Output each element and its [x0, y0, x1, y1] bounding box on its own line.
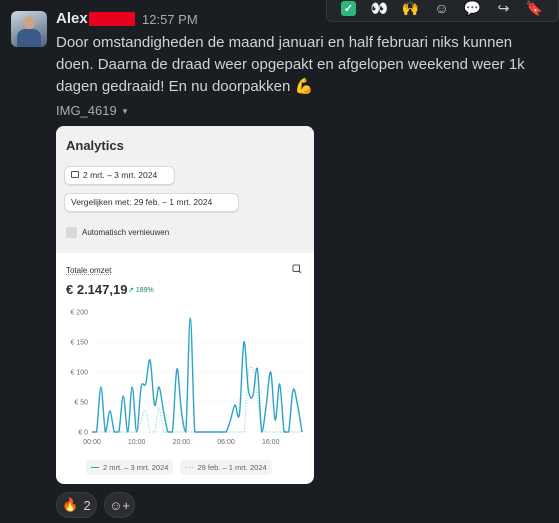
date-range-pill: 2 mrt. – 3 mrt. 2024 [64, 166, 175, 185]
date-range-label: 2 mrt. – 3 mrt. 2024 [83, 170, 158, 180]
x-tick-label: 00:00 [83, 439, 101, 446]
x-tick-label: 20:00 [173, 439, 191, 446]
y-tick-label: € 50 [74, 400, 88, 407]
revenue-line-chart: € 200 € 150 € 100 € 50 € 0 00:00 10:00 20:00 06:… [70, 310, 303, 446]
eyes-reaction-button[interactable]: 👀 [364, 0, 395, 21]
legend-current-label: 2 mrt. – 3 mrt. 2024 [103, 463, 169, 472]
compare-pill: Vergelijken met: 29 feb. – 1 mrt. 2024 [64, 193, 239, 212]
y-tick-label: € 200 [70, 310, 88, 317]
x-tick-label: 10:00 [128, 439, 146, 446]
metric-change: ↗ 189% [128, 287, 154, 294]
legend-previous: 29 feb. – 1 mrt. 2024 [180, 460, 272, 475]
reply-in-thread-icon[interactable]: 💬 [457, 0, 488, 21]
fire-emoji: 🔥 [62, 497, 79, 512]
image-attachment[interactable]: Analytics 2 mrt. – 3 mrt. 2024 Vergelijk… [56, 126, 314, 484]
x-tick-label: 06:00 [217, 439, 235, 446]
metric-label: Totale omzet [66, 266, 112, 275]
compare-label: Vergelijken met: 29 feb. – 1 mrt. 2024 [71, 197, 213, 207]
add-reaction-icon[interactable]: ☺ [426, 0, 457, 21]
metric-value: € 2.147,19 [66, 282, 128, 297]
chevron-down-icon[interactable]: ▾ [123, 106, 128, 116]
checkmark-icon: ✓ [341, 0, 356, 16]
reactions-bar: 🔥 2 ☺+ [56, 492, 135, 518]
message-body: Door omstandigheden de maand januari en … [56, 34, 525, 95]
share-icon[interactable]: ↪ [488, 0, 519, 21]
legend-current: 2 mrt. – 3 mrt. 2024 [86, 460, 174, 475]
series-line-previous [92, 366, 302, 433]
chart-legend: 2 mrt. – 3 mrt. 2024 29 feb. – 1 mrt. 20… [86, 460, 302, 475]
flexed-biceps-emoji: 💪 [294, 78, 314, 95]
auto-refresh-label: Automatisch vernieuwen [82, 228, 170, 237]
calendar-icon [71, 171, 79, 178]
attachment-title[interactable]: IMG_4619 ▾ [56, 103, 127, 118]
magnify-chart-icon [292, 264, 302, 274]
message-hover-actions: ✓ 👀 🙌 ☺ 💬 ↪ 🔖 [326, 0, 559, 22]
message-timestamp[interactable]: 12:57 PM [142, 12, 198, 27]
series-line-current [92, 317, 303, 433]
avatar-body [17, 29, 41, 47]
legend-dotted-swatch [185, 467, 194, 468]
y-tick-label: € 0 [78, 430, 88, 437]
add-emoji-icon: ☺+ [109, 497, 130, 513]
bookmark-icon[interactable]: 🔖 [519, 0, 550, 21]
fire-reaction-pill[interactable]: 🔥 2 [56, 492, 97, 518]
add-reaction-button[interactable]: ☺+ [104, 492, 135, 518]
author-name[interactable]: Alex [56, 10, 88, 27]
user-avatar[interactable] [11, 11, 47, 47]
avatar-head [23, 16, 35, 29]
y-tick-label: € 100 [70, 370, 88, 377]
attachment-name: IMG_4619 [56, 103, 117, 118]
reaction-count: 2 [83, 497, 91, 513]
legend-previous-label: 29 feb. – 1 mrt. 2024 [197, 463, 267, 472]
raised-hands-reaction-button[interactable]: 🙌 [395, 0, 426, 21]
legend-solid-swatch [91, 467, 99, 468]
x-tick-label: 16:00 [262, 439, 280, 446]
auto-refresh-checkbox [66, 227, 77, 238]
analytics-title: Analytics [66, 138, 124, 153]
redaction-bar [89, 12, 135, 26]
y-tick-label: € 150 [70, 340, 88, 347]
message-text: Door omstandigheden de maand januari en … [56, 32, 551, 98]
checkmark-reaction-button[interactable]: ✓ [333, 0, 364, 21]
